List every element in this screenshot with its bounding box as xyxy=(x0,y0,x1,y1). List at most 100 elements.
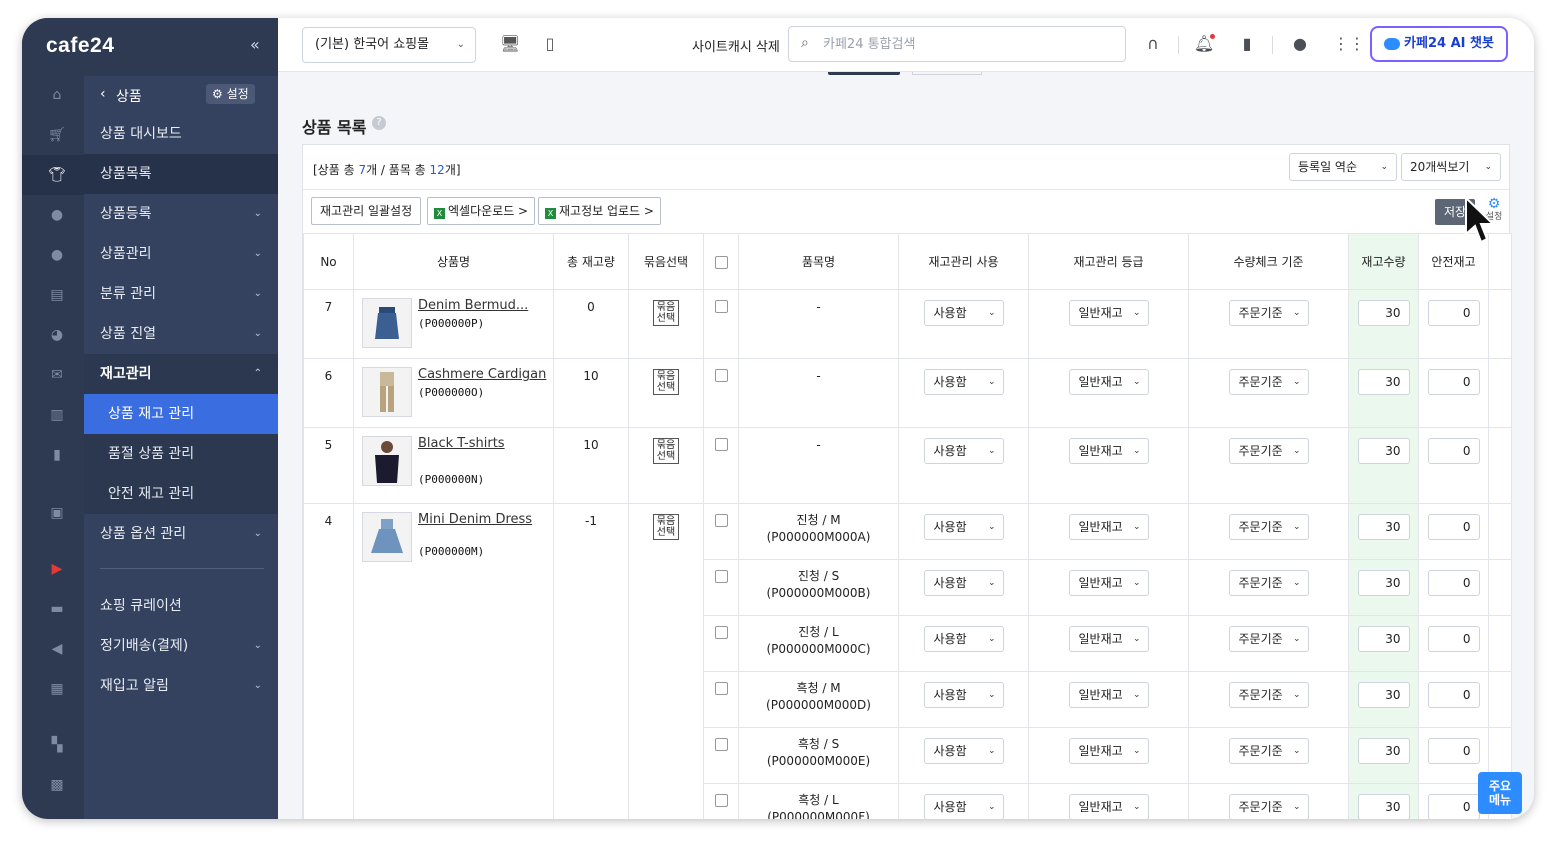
menu-item-curation[interactable]: 쇼핑 큐레이션 xyxy=(84,586,278,626)
stock-qty-input[interactable]: 30 xyxy=(1357,369,1410,395)
account-icon[interactable]: ● xyxy=(1289,33,1311,55)
product-name-link[interactable]: Denim Bermud... xyxy=(418,298,528,313)
search-input[interactable] xyxy=(823,34,1113,54)
row-checkbox[interactable] xyxy=(714,738,728,751)
document-icon[interactable]: ▤ xyxy=(48,286,66,304)
home-icon[interactable]: ⌂ xyxy=(48,86,66,104)
stock-qty-input[interactable]: 30 xyxy=(1357,626,1410,652)
bookmark-icon[interactable]: ▮ xyxy=(1236,33,1258,55)
menu-item-product-manage[interactable]: 상품관리 ⌄ xyxy=(84,234,278,274)
stock-qty-input[interactable]: 30 xyxy=(1357,570,1410,596)
stock-qty-input[interactable]: 30 xyxy=(1357,300,1410,326)
stock-use-select[interactable]: 사용함 ⌄ xyxy=(923,438,1004,464)
row-checkbox[interactable] xyxy=(714,438,728,451)
qty-check-select[interactable]: 주문기준 ⌄ xyxy=(1228,300,1309,326)
cafe24-logo[interactable]: cafe24 xyxy=(46,34,114,58)
megaphone-icon[interactable]: ◀ xyxy=(48,640,66,658)
stock-grade-select[interactable]: 일반재고 ⌄ xyxy=(1068,794,1149,819)
qty-check-select[interactable]: 주문기준 ⌄ xyxy=(1228,682,1309,708)
menu-item-product-register[interactable]: 상품등록 ⌄ xyxy=(84,194,278,234)
chevron-left-icon[interactable]: ‹ xyxy=(100,86,106,102)
bulk-settings-button[interactable]: 재고관리 일괄설정 xyxy=(311,197,422,225)
row-checkbox[interactable] xyxy=(714,514,728,527)
apps-grid-icon[interactable]: ⋮⋮⋮ xyxy=(1333,33,1381,55)
stock-use-select[interactable]: 사용함 ⌄ xyxy=(923,300,1004,326)
chat-icon[interactable]: ● xyxy=(48,246,66,264)
stock-qty-input[interactable]: 30 xyxy=(1357,794,1410,819)
youtube-icon[interactable]: ▶ xyxy=(48,560,66,578)
qty-check-select[interactable]: 주문기준 ⌄ xyxy=(1228,514,1309,540)
safety-stock-input[interactable]: 0 xyxy=(1427,738,1480,764)
row-checkbox[interactable] xyxy=(714,682,728,695)
menu-item-restock-alert[interactable]: 재입고 알림 ⌄ xyxy=(84,666,278,706)
quick-menu-button[interactable]: 주요 메뉴 xyxy=(1478,772,1522,814)
bundle-select-button[interactable]: 묶음 선택 xyxy=(653,369,679,395)
user-icon[interactable]: ● xyxy=(48,206,66,224)
safety-stock-input[interactable]: 0 xyxy=(1427,514,1480,540)
global-search[interactable]: ⌕ xyxy=(788,26,1126,62)
submenu-soldout[interactable]: 품절 상품 관리 xyxy=(84,434,278,474)
menu-item-inventory[interactable]: 재고관리 ⌃ xyxy=(84,354,278,394)
stock-grade-select[interactable]: 일반재고 ⌄ xyxy=(1068,438,1149,464)
folder-add-icon[interactable]: ▩ xyxy=(48,776,66,794)
stock-use-select[interactable]: 사용함 ⌄ xyxy=(923,626,1004,652)
stock-grade-select[interactable]: 일반재고 ⌄ xyxy=(1068,514,1149,540)
safety-stock-input[interactable]: 0 xyxy=(1427,570,1480,596)
chart-icon[interactable]: ▥ xyxy=(48,406,66,424)
stock-use-select[interactable]: 사용함 ⌄ xyxy=(923,369,1004,395)
calendar-settings-icon[interactable]: ▣ xyxy=(48,504,66,522)
row-checkbox[interactable] xyxy=(714,794,728,807)
row-checkbox[interactable] xyxy=(714,369,728,382)
tablet-icon[interactable]: ▯ xyxy=(540,34,560,54)
safety-stock-input[interactable]: 0 xyxy=(1427,626,1480,652)
bundle-select-button[interactable]: 묶음 선택 xyxy=(653,514,679,540)
qty-check-select[interactable]: 주문기준 ⌄ xyxy=(1228,626,1309,652)
safety-stock-input[interactable]: 0 xyxy=(1427,438,1480,464)
row-checkbox[interactable] xyxy=(714,626,728,639)
site-cache-delete-link[interactable]: 사이트캐시 삭제 xyxy=(692,36,780,55)
menu-settings-button[interactable]: ⚙ 설정 xyxy=(206,84,255,104)
bundle-select-button[interactable]: 묶음 선택 xyxy=(653,438,679,464)
menu-item-subscription[interactable]: 정기배송(결제) ⌄ xyxy=(84,626,278,666)
briefcase-icon[interactable]: ▬ xyxy=(48,600,66,618)
safety-stock-input[interactable]: 0 xyxy=(1427,794,1480,819)
select-all-checkbox[interactable] xyxy=(714,255,728,269)
safety-stock-input[interactable]: 0 xyxy=(1427,369,1480,395)
stock-grade-select[interactable]: 일반재고 ⌄ xyxy=(1068,369,1149,395)
product-name-link[interactable]: Cashmere Cardigan xyxy=(418,367,546,382)
row-checkbox[interactable] xyxy=(714,300,728,313)
help-icon[interactable]: ? xyxy=(372,116,386,130)
menu-item-category[interactable]: 분류 관리 ⌄ xyxy=(84,274,278,314)
stock-use-select[interactable]: 사용함 ⌄ xyxy=(923,738,1004,764)
qty-check-select[interactable]: 주문기준 ⌄ xyxy=(1228,794,1309,819)
stock-qty-input[interactable]: 30 xyxy=(1357,682,1410,708)
menu-item-option-manage[interactable]: 상품 옵션 관리 ⌄ xyxy=(84,514,278,554)
menu-item-display[interactable]: 상품 진열 ⌄ xyxy=(84,314,278,354)
ai-chatbot-button[interactable]: 카페24 AI 챗봇 xyxy=(1370,26,1508,62)
mail-icon[interactable]: ✉ xyxy=(48,366,66,384)
qty-check-select[interactable]: 주문기준 ⌄ xyxy=(1228,738,1309,764)
shirt-icon[interactable]: 👕︎ xyxy=(48,166,66,184)
apps-add-icon[interactable]: ▚ xyxy=(48,736,66,754)
headset-icon[interactable]: ∩ xyxy=(1142,33,1164,55)
submenu-safety-stock[interactable]: 안전 재고 관리 xyxy=(84,474,278,514)
bundle-select-button[interactable]: 묶음 선택 xyxy=(653,300,679,326)
menu-item-dashboard[interactable]: 상품 대시보드 xyxy=(84,114,278,154)
stock-use-select[interactable]: 사용함 ⌄ xyxy=(923,794,1004,819)
excel-download-button[interactable]: X 엑셀다운로드 > xyxy=(427,197,536,225)
store-icon[interactable]: ▦ xyxy=(48,680,66,698)
mall-select[interactable]: (기본) 한국어 쇼핑몰 ⌄ xyxy=(302,27,476,63)
qty-check-select[interactable]: 주문기준 ⌄ xyxy=(1228,369,1309,395)
denim-bermuda-thumbnail[interactable] xyxy=(362,298,412,348)
palette-icon[interactable]: ◕ xyxy=(48,326,66,344)
product-name-link[interactable]: Mini Denim Dress xyxy=(418,512,532,527)
mini-denim-dress-thumbnail[interactable] xyxy=(362,512,412,562)
cart-icon[interactable]: 🛒︎ xyxy=(48,126,66,144)
menu-item-product-list[interactable]: 상품목록 xyxy=(84,154,278,194)
stock-use-select[interactable]: 사용함 ⌄ xyxy=(923,682,1004,708)
qty-check-select[interactable]: 주문기준 ⌄ xyxy=(1228,570,1309,596)
stock-qty-input[interactable]: 30 xyxy=(1357,738,1410,764)
stock-grade-select[interactable]: 일반재고 ⌄ xyxy=(1068,738,1149,764)
stock-use-select[interactable]: 사용함 ⌄ xyxy=(923,570,1004,596)
submenu-product-stock[interactable]: 상품 재고 관리 xyxy=(84,394,278,434)
